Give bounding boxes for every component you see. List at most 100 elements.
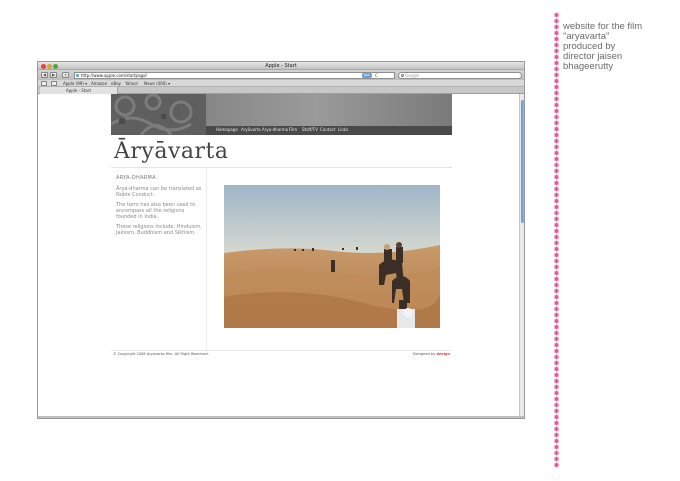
bookmark-item[interactable]: Amazon xyxy=(91,81,107,86)
designed-by-label: Designed by xyxy=(412,352,436,356)
asterisk-mark xyxy=(554,450,559,456)
bookmark-item[interactable]: Yahoo! xyxy=(125,81,138,86)
search-input[interactable]: Google xyxy=(398,72,522,79)
asterisk-mark xyxy=(554,438,559,444)
asterisk-mark xyxy=(554,264,559,270)
asterisk-mark xyxy=(554,444,559,450)
asterisk-mark xyxy=(554,180,559,186)
asterisk-mark xyxy=(554,168,559,174)
address-field[interactable]: http://www.apple.com/startpage/ xyxy=(74,72,395,79)
asterisk-mark xyxy=(554,384,559,390)
asterisk-mark xyxy=(554,462,559,468)
nav-link-staff[interactable]: Staff/TV xyxy=(302,127,318,132)
asterisk-mark xyxy=(554,240,559,246)
desert-caravan-photo xyxy=(224,185,440,328)
browser-window: Apple - Start ◀ ▶ + http://www.apple.com… xyxy=(37,61,525,419)
asterisk-mark xyxy=(554,396,559,402)
asterisk-mark xyxy=(554,390,559,396)
nav-link-contact[interactable]: Contact xyxy=(320,127,336,132)
asterisk-mark xyxy=(554,54,559,60)
asterisk-mark xyxy=(554,192,559,198)
asterisk-mark xyxy=(554,276,559,282)
sidebar-paragraph: The term has also been used to encompass… xyxy=(116,202,196,220)
sidebar-paragraph: Ārya-dharma can be translated as Noble C… xyxy=(116,186,202,198)
sidebar: ARYA-DHARMA Ārya-dharma can be translate… xyxy=(111,168,207,350)
asterisk-mark xyxy=(554,330,559,336)
asterisk-mark xyxy=(554,198,559,204)
asterisk-mark xyxy=(554,258,559,264)
window-title: Apple - Start xyxy=(265,63,297,69)
status-bar xyxy=(38,416,524,418)
title-bar: Apple - Start xyxy=(38,62,524,70)
site-logo[interactable]: Āryāvarta xyxy=(114,139,228,164)
sidebar-paragraph: These religions include: Hinduism, Jaini… xyxy=(116,224,202,236)
nav-link-homepage[interactable]: Homepage xyxy=(216,127,238,132)
nav-link-links[interactable]: Links xyxy=(338,127,348,132)
asterisk-mark xyxy=(554,108,559,114)
designed-by-credit: Designed by design xyxy=(413,352,450,356)
asterisk-mark xyxy=(554,78,559,84)
asterisk-mark xyxy=(554,408,559,414)
asterisk-mark xyxy=(554,150,559,156)
decorative-asterisk-column xyxy=(554,12,559,468)
asterisk-mark xyxy=(554,72,559,78)
asterisk-mark xyxy=(554,96,559,102)
bookmark-item[interactable]: News (400) ▾ xyxy=(144,81,170,86)
asterisk-mark xyxy=(554,60,559,66)
asterisk-mark xyxy=(554,90,559,96)
nav-link-film[interactable]: Film xyxy=(289,127,297,132)
aryavarta-site: Homepage Aryāvarta Arya-dharma Film Staf… xyxy=(111,94,452,358)
address-text: http://www.apple.com/startpage/ xyxy=(81,73,147,78)
asterisk-mark xyxy=(554,420,559,426)
bookmarks-bar: Apple (99) ▾ Amazon eBay Yahoo! News (40… xyxy=(38,80,524,87)
asterisk-mark xyxy=(554,42,559,48)
top-sites-icon[interactable] xyxy=(51,81,57,86)
asterisk-mark xyxy=(554,18,559,24)
asterisk-mark xyxy=(554,360,559,366)
scrollbar-thumb[interactable] xyxy=(521,100,524,223)
asterisk-mark xyxy=(554,318,559,324)
nav-link-arya-dharma[interactable]: Arya-dharma xyxy=(262,127,288,132)
page-viewport: Homepage Aryāvarta Arya-dharma Film Staf… xyxy=(38,94,522,416)
asterisk-mark xyxy=(554,36,559,42)
back-button[interactable]: ◀ xyxy=(41,72,48,78)
copyright-text: © Copyright 2008 Aryavarta-film. All Rig… xyxy=(113,352,209,356)
asterisk-mark xyxy=(554,378,559,384)
vertical-scrollbar[interactable] xyxy=(519,94,524,416)
tab-apple-start[interactable]: Apple - Start xyxy=(40,87,118,94)
asterisk-mark xyxy=(554,222,559,228)
bookmark-item[interactable]: Apple (99) ▾ xyxy=(63,81,87,86)
add-bookmark-button[interactable]: + xyxy=(62,72,69,78)
asterisk-mark xyxy=(554,324,559,330)
asterisk-mark xyxy=(554,114,559,120)
asterisk-mark xyxy=(554,24,559,30)
designer-logo[interactable]: design xyxy=(436,352,450,356)
asterisk-mark xyxy=(554,132,559,138)
asterisk-mark xyxy=(554,120,559,126)
asterisk-mark xyxy=(554,138,559,144)
asterisk-mark xyxy=(554,210,559,216)
asterisk-mark xyxy=(554,312,559,318)
show-all-bookmarks-icon[interactable] xyxy=(41,81,47,86)
footer-divider xyxy=(111,350,452,351)
asterisk-mark xyxy=(554,426,559,432)
page-favicon-icon xyxy=(76,74,79,77)
rss-button[interactable]: RSS xyxy=(362,73,372,78)
caption-line: bhageerutty xyxy=(563,61,614,72)
asterisk-mark xyxy=(554,300,559,306)
asterisk-mark xyxy=(554,288,559,294)
search-placeholder: Google xyxy=(405,73,420,78)
asterisk-mark xyxy=(554,228,559,234)
asterisk-mark xyxy=(554,336,559,342)
asterisk-mark xyxy=(554,372,559,378)
reload-button[interactable]: C xyxy=(375,73,381,78)
forward-button[interactable]: ▶ xyxy=(50,72,57,78)
asterisk-mark xyxy=(554,354,559,360)
asterisk-mark xyxy=(554,366,559,372)
asterisk-mark xyxy=(554,30,559,36)
bookmark-item[interactable]: eBay xyxy=(111,81,121,86)
nav-link-aryavarta[interactable]: Aryāvarta xyxy=(241,127,261,132)
asterisk-mark xyxy=(554,162,559,168)
search-icon xyxy=(401,74,404,77)
browser-toolbar: ◀ ▶ + http://www.apple.com/startpage/ RS… xyxy=(38,70,524,80)
